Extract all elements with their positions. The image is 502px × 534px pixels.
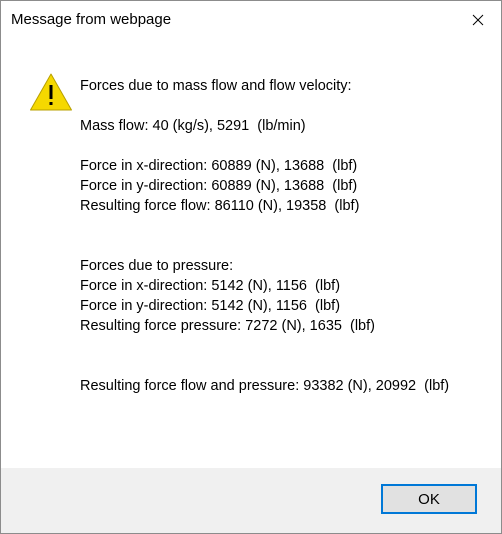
warning-icon — [30, 73, 72, 111]
section-heading-pressure: Forces due to pressure: — [80, 258, 234, 274]
close-button[interactable] — [455, 1, 501, 39]
dialog-title: Message from webpage — [11, 11, 172, 28]
force-x-flow-line: Force in x-direction: 60889 (N), 13688 (… — [80, 158, 358, 174]
force-x-pressure-line: Force in x-direction: 5142 (N), 1156 (lb… — [80, 278, 341, 294]
message-dialog: Message from webpage Forces due to mass … — [0, 0, 502, 534]
force-y-pressure-line: Force in y-direction: 5142 (N), 1156 (lb… — [80, 298, 341, 314]
title-bar: Message from webpage — [1, 1, 501, 39]
close-icon — [472, 14, 484, 26]
resulting-force-pressure-line: Resulting force pressure: 7272 (N), 1635… — [80, 318, 375, 334]
dialog-content: Forces due to mass flow and flow velocit… — [1, 39, 501, 467]
ok-button[interactable]: OK — [381, 484, 477, 514]
resulting-force-total-line: Resulting force flow and pressure: 93382… — [80, 378, 450, 394]
mass-flow-line: Mass flow: 40 (kg/s), 5291 (lb/min) — [80, 118, 306, 134]
dialog-footer: OK — [1, 468, 501, 533]
message-text: Forces due to mass flow and flow velocit… — [80, 76, 449, 396]
force-y-flow-line: Force in y-direction: 60889 (N), 13688 (… — [80, 178, 358, 194]
ok-button-label: OK — [418, 490, 440, 508]
resulting-force-flow-line: Resulting force flow: 86110 (N), 19358 (… — [80, 198, 360, 214]
section-heading-flow: Forces due to mass flow and flow velocit… — [80, 78, 352, 94]
